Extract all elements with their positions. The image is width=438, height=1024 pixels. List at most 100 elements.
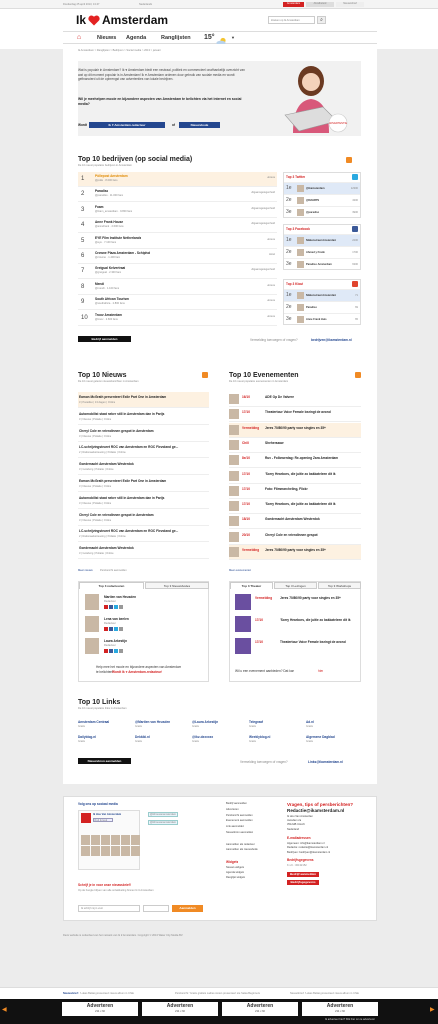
- link-title[interactable]: @ikv-dxxxxxx: [192, 735, 247, 739]
- widget-menu-item[interactable]: Agenda widgets: [226, 871, 244, 874]
- ad-slot-4[interactable]: Adverteren 234 x 60: [302, 1002, 378, 1016]
- fan-avatar[interactable]: [91, 835, 100, 845]
- editor-avatar[interactable]: [85, 638, 99, 654]
- event-title[interactable]: Sheherazaw: [265, 441, 360, 445]
- fan-avatar[interactable]: [81, 835, 90, 845]
- social-icon[interactable]: [114, 627, 118, 631]
- social-icon[interactable]: [119, 649, 123, 653]
- tab-top3-workshops[interactable]: Top 3 Workshops: [318, 582, 361, 589]
- link-title[interactable]: Telegraaf: [249, 720, 304, 724]
- ticker-item[interactable]: Nieuwsbrief: 'Lukas Baltaq presenteert n…: [290, 992, 359, 995]
- footer-company-button[interactable]: Bedrijfsgegevens: [287, 880, 319, 885]
- company-name[interactable]: Troov Amsterdam: [95, 313, 122, 317]
- email-line[interactable]: Redactie: redactie@ikamsterdam.nl: [287, 846, 328, 849]
- company-name[interactable]: Foam: [95, 205, 104, 209]
- fan-avatar[interactable]: [91, 846, 100, 856]
- top-tab-afvalbeleid[interactable]: Afvalbeleid: [306, 2, 334, 7]
- twitter-row[interactable]: 2e @DrEWPS 4300: [284, 194, 360, 206]
- company-row[interactable]: 10 Troov Amsterdam @troov · 2.600 fans Hore…: [78, 311, 277, 326]
- news-title[interactable]: Eamon McGrath presenteert Exile Part One…: [79, 395, 207, 399]
- email-line[interactable]: Bedrijven: bedrijven@ikamsterdam.nl: [287, 851, 330, 854]
- ad-next-arrow-icon[interactable]: ▶: [430, 1006, 435, 1013]
- register-source-button[interactable]: Nieuwsbron aanmelden: [78, 758, 131, 764]
- submit-press-link[interactable]: Persbericht aanmelden: [100, 569, 127, 572]
- link-title[interactable]: Dailyblog.nl: [78, 735, 133, 739]
- social-icon[interactable]: [109, 627, 113, 631]
- top-tab-nieuwsbrief[interactable]: Nieuwsbrief: [336, 2, 364, 7]
- company-row[interactable]: 3 Foam @foam_amsterdam · 9.800 fans Uitgaan…: [78, 203, 277, 218]
- social-icon[interactable]: [114, 605, 118, 609]
- news-row[interactable]: Goedemacht Amsterdam Westerdok 3 | Gotebo…: [78, 543, 209, 560]
- news-title[interactable]: Eamon McGrath presenteert Exile Part One…: [79, 479, 207, 483]
- twitter-follow-button-2[interactable]: @ikhouvanamsterdam: [148, 820, 178, 826]
- company-name[interactable]: Pöllepost Amsterdam: [95, 174, 128, 178]
- footer-menu-item[interactable]: Link aanmelden: [226, 825, 244, 828]
- editor-name[interactable]: Lena van beelen: [104, 617, 129, 621]
- klout-icon[interactable]: [352, 281, 358, 287]
- event-title[interactable]: Goedemacht Amsterdam Westerdok: [265, 517, 360, 521]
- news-row[interactable]: Eamon McGrath presenteert Exile Part One…: [78, 392, 209, 408]
- company-row[interactable]: 6 Crowne Plaza Amsterdam - Schiphol @crown…: [78, 249, 277, 264]
- register-company-button[interactable]: Bedrijf aanmelden: [78, 336, 131, 342]
- fan-avatar[interactable]: [81, 846, 90, 856]
- more-news-link[interactable]: Meer nieuws: [78, 569, 93, 572]
- logo[interactable]: Ik Amsterdam: [76, 13, 168, 27]
- events-rss-icon[interactable]: [355, 372, 361, 378]
- news-rss-icon[interactable]: [202, 372, 208, 378]
- event-row[interactable]: 17/10 Theatertour Voice Female bezingt de…: [229, 407, 361, 423]
- widget-menu-item[interactable]: Nieuws widgets: [226, 866, 244, 869]
- panel-item-name[interactable]: Anne Frank Huis: [306, 318, 327, 321]
- company-row[interactable]: 4 Anne Frank House @annefrank · 2.600 fans…: [78, 218, 277, 234]
- news-title[interactable]: Cheryl Cole en vriendinnen gespot in Ams…: [79, 429, 207, 433]
- news-row[interactable]: LC-schrijvingsteuret ROC van Amsterdam e…: [78, 526, 209, 543]
- fan-avatar[interactable]: [111, 846, 120, 856]
- panel-item-name[interactable]: @DrEWPS: [306, 199, 319, 202]
- theater-thumb[interactable]: [235, 594, 251, 610]
- fb-page-name[interactable]: Ik Hou Van Amsterdam: [93, 813, 121, 816]
- theater-title[interactable]: 'Sorry Hearbors, die juitie zo bakkatele…: [280, 618, 360, 622]
- event-row[interactable]: 8e/10 Ruv - Followerdag: Re-opening Zara …: [229, 453, 361, 469]
- news-title[interactable]: Cheryl Cole en vriendinnen gespot in Ams…: [79, 513, 207, 517]
- news-title[interactable]: LC-schrijvingsteuret ROC van Amsterdam e…: [79, 529, 207, 533]
- fan-avatar[interactable]: [101, 846, 110, 856]
- news-row[interactable]: LC-schrijvingsteuret ROC van Amsterdam e…: [78, 442, 209, 459]
- news-row[interactable]: Automobilist staat neker still in Amster…: [78, 493, 209, 509]
- company-name[interactable]: Anne Frank House: [95, 220, 123, 224]
- social-icon[interactable]: [104, 627, 108, 631]
- email-line[interactable]: Algemeen: info@ikamsterdam.nl: [287, 842, 325, 845]
- rss-icon[interactable]: [346, 157, 352, 163]
- company-row[interactable]: 8 Mendi @mendi · 1.100 fans Horeca: [78, 280, 277, 295]
- ticker-item[interactable]: Persbericht: 'Gratis grafiets Ladies sto…: [175, 992, 260, 995]
- link-title[interactable]: Dekkiki.nl: [135, 735, 190, 739]
- tab-top3-lezingen[interactable]: Top 3 Lezingen: [274, 582, 317, 589]
- news-title[interactable]: Automobilist staat neker still in Amster…: [79, 412, 207, 416]
- event-title[interactable]: Theatertour Voice Female bezingt de avon…: [265, 410, 360, 414]
- chevron-down-icon[interactable]: ▼: [231, 35, 235, 40]
- event-title[interactable]: 'Sorry Hearbors, die juitie zo bakkatele…: [265, 502, 360, 506]
- ad-prev-arrow-icon[interactable]: ◀: [2, 1006, 7, 1013]
- tab-top3-theater[interactable]: Top 3 Theater: [230, 582, 273, 589]
- facebook-row[interactable]: 3e Paradiso Amsterdam 6300: [284, 258, 360, 270]
- tab-top3-editors[interactable]: Top 3 redacteuren: [79, 582, 144, 589]
- news-row[interactable]: Automobilist staat neker still in Amster…: [78, 409, 209, 425]
- link-title[interactable]: Algemene Dagblad: [306, 735, 361, 739]
- event-row[interactable]: Vermelding Jeres 70/80/90 party voor sing…: [229, 422, 361, 438]
- event-title[interactable]: 'Sorry Hearbors, die juitie zo bakkatele…: [265, 472, 360, 476]
- twitter-row[interactable]: 1e @ikamsterdam 12300: [284, 182, 360, 194]
- footer-menu-item[interactable]: Bedrijf aanmelden: [226, 802, 247, 805]
- become-newsbode-button[interactable]: Nieuwsbode: [179, 122, 220, 128]
- footer-menu-item[interactable]: Aanmelden als redacteur: [226, 843, 255, 846]
- ad-slot-1[interactable]: Adverteren 234 x 60: [62, 1002, 138, 1016]
- facebook-row[interactable]: 1e Nikkenstraat Amsterdam 2200: [284, 234, 360, 246]
- news-title[interactable]: Automobilist staat neker still in Amster…: [79, 496, 207, 500]
- companies-mail-link[interactable]: bedrijven@ikamsterdam.nl: [311, 338, 352, 342]
- twitter-row[interactable]: 3e @paradiso 3900: [284, 206, 360, 218]
- social-icon[interactable]: [104, 605, 108, 609]
- link-title[interactable]: Amsterdam Centraal: [78, 720, 133, 724]
- company-row[interactable]: 2 Paradiso @paradiso · 11.000 fans Uitgaans…: [78, 187, 277, 203]
- facebook-icon[interactable]: [352, 226, 358, 232]
- editor-avatar[interactable]: [85, 616, 99, 632]
- link-title[interactable]: @Laura Arkestijn: [192, 720, 247, 724]
- search-icon[interactable]: ⌕: [317, 16, 326, 24]
- company-name[interactable]: Mendi: [95, 282, 104, 286]
